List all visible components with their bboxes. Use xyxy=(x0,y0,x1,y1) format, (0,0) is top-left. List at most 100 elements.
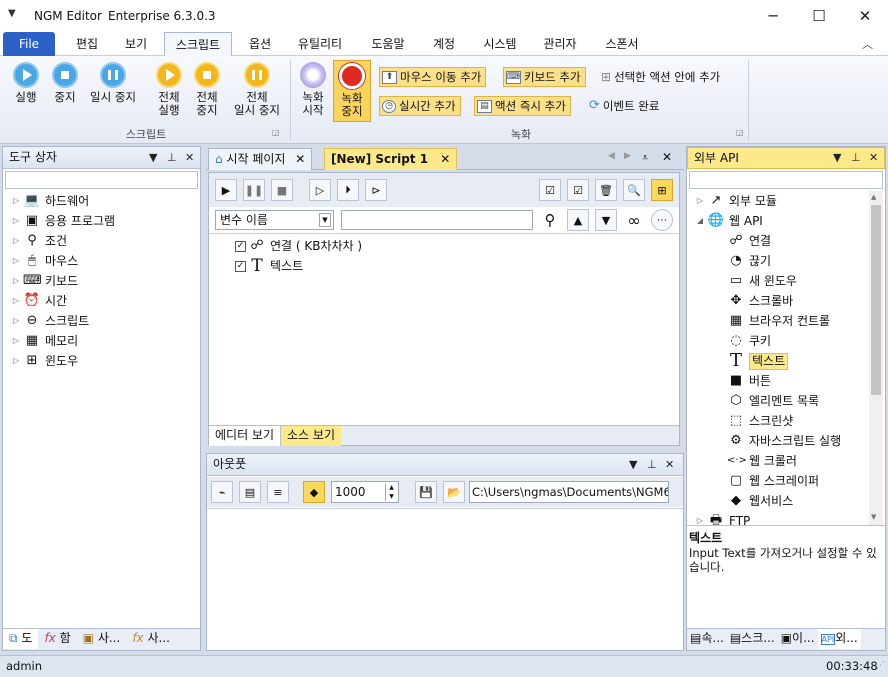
record-start-button[interactable]: 녹화 시작 xyxy=(296,62,330,117)
run-all-button[interactable]: 전체 실행 xyxy=(150,62,188,117)
check-icon[interactable]: ☑ xyxy=(567,179,589,201)
add-in-selected-button[interactable]: ⊞ 선택한 액션 안에 추가 xyxy=(598,67,725,87)
move-down-icon[interactable]: ▼ xyxy=(595,209,617,231)
tree-item-web-scraper[interactable]: ▢ 웹 스크레이퍼 xyxy=(727,471,819,491)
tree-item-browser-control[interactable]: ▦ 브라우저 컨트롤 xyxy=(727,311,830,331)
group-launcher-icon[interactable]: ◲ xyxy=(272,128,280,137)
variable-name-select[interactable]: 변수 이름 ▼ xyxy=(215,210,334,230)
close-document-icon[interactable]: ✕ xyxy=(662,150,672,164)
toolbox-search-input[interactable] xyxy=(5,171,198,189)
log-settings-icon[interactable]: ▤ xyxy=(239,481,261,503)
scroll-right-icon[interactable]: ▶ xyxy=(624,151,631,161)
tab-help[interactable]: 도움말 xyxy=(360,32,416,56)
tree-item-web-crawler[interactable]: <·> 웹 크롤러 xyxy=(727,451,797,471)
pause-all-button[interactable]: 전체 일시 중지 xyxy=(228,62,286,117)
add-action-now-button[interactable]: ▤ 액션 즉시 추가 xyxy=(474,96,571,116)
folder-icon[interactable]: 📂 xyxy=(443,481,465,503)
search-icon[interactable]: ⚲ xyxy=(539,209,561,231)
tab-file[interactable]: File xyxy=(3,32,55,56)
tab-options[interactable]: 옵션 xyxy=(237,32,283,56)
step-button[interactable]: ▷ xyxy=(309,179,331,201)
properties-tab[interactable]: ▤속... xyxy=(687,629,727,649)
tab-start-page[interactable]: ⌂ 시작 페이지 ✕ xyxy=(208,148,313,170)
check-all-icon[interactable]: ☑ xyxy=(539,179,561,201)
api-tree-scrollbar[interactable]: ▲ ▼ xyxy=(869,191,883,525)
expand-icon[interactable]: ▷ xyxy=(693,191,707,211)
eraser-icon[interactable]: ◆ xyxy=(303,481,325,503)
event-done-button[interactable]: ⟳ 이벤트 완료 xyxy=(586,96,664,116)
scroll-up-icon[interactable]: ▲ xyxy=(871,193,876,201)
tree-item-text[interactable]: T 텍스트 xyxy=(727,351,789,371)
expand-icon[interactable]: ▷ xyxy=(9,351,23,371)
tree-item-element-list[interactable]: ⬡ 엘리멘트 목록 xyxy=(727,391,819,411)
pin-icon[interactable]: ⊥ xyxy=(647,454,657,475)
close-icon[interactable]: ✕ xyxy=(869,147,878,168)
tree-item-time[interactable]: ▷ ⏰ 시간 xyxy=(9,291,199,311)
tree-item-script[interactable]: ▷ ⊖ 스크립트 xyxy=(9,311,199,331)
tree-item-mouse[interactable]: ▷ 🖱 마우스 xyxy=(9,251,199,271)
tree-item-web-api[interactable]: ◢ 🌐 웹 API xyxy=(693,211,763,231)
tab-edit[interactable]: 편집 xyxy=(64,32,110,56)
expand-icon[interactable]: ▷ xyxy=(9,291,23,311)
record-stop-button[interactable]: 녹화 중지 xyxy=(333,60,371,122)
expand-icon[interactable]: ▷ xyxy=(9,231,23,251)
pause-button[interactable]: 일시 중지 xyxy=(84,62,142,104)
tab-admin[interactable]: 관리자 xyxy=(532,32,588,56)
pin-icon[interactable]: ⊥ xyxy=(167,147,177,168)
system-menu-icon[interactable]: ▼ xyxy=(8,8,16,19)
expand-icon[interactable]: ▷ xyxy=(9,271,23,291)
action-row-connect[interactable]: ✓ ☍ 연결 ( KB차차차 ) xyxy=(235,236,362,256)
action-checkbox[interactable]: ✓ xyxy=(235,240,246,252)
stop-button[interactable]: ■ xyxy=(271,179,293,201)
tree-item-run-javascript[interactable]: ⚙ 자바스크립트 실행 xyxy=(727,431,841,451)
toolbox-tab[interactable]: ⧉ 도 xyxy=(3,629,39,649)
tree-item-scrollbar[interactable]: ✥ 스크롤바 xyxy=(727,291,794,311)
close-icon[interactable]: ✕ xyxy=(185,147,194,168)
tab-system[interactable]: 시스템 xyxy=(472,32,528,56)
loop-icon[interactable]: ∞ xyxy=(623,209,645,231)
line-count-stepper[interactable]: 1000 ▲ ▼ xyxy=(331,481,399,503)
tree-item-window[interactable]: ▷ ⊞ 윈도우 xyxy=(9,351,199,371)
tree-view-icon[interactable]: ⊞ xyxy=(651,179,673,201)
resize-grip-icon[interactable]: ⋰ xyxy=(876,656,885,677)
user-tab[interactable]: ▣ 사... xyxy=(77,629,127,649)
variable-search-input[interactable] xyxy=(341,210,533,230)
save-icon[interactable]: 💾 xyxy=(415,481,437,503)
scroll-down-icon[interactable]: ▼ xyxy=(871,513,876,521)
close-button[interactable]: ✕ xyxy=(842,0,888,32)
maximize-button[interactable]: ☐ xyxy=(796,0,842,32)
script-tab[interactable]: ▤스크... xyxy=(727,629,778,649)
tree-item-disconnect[interactable]: ◔ 끊기 xyxy=(727,251,771,271)
expand-icon[interactable]: ▷ xyxy=(9,191,23,211)
add-mouse-move-button[interactable]: ⬆ 마우스 이동 추가 xyxy=(379,67,487,87)
tab-source-view[interactable]: 소스 보기 xyxy=(281,426,341,446)
api-search-input[interactable] xyxy=(689,171,883,189)
collapse-icon[interactable]: ◢ xyxy=(693,211,707,231)
pause-button[interactable]: ❚❚ xyxy=(243,179,265,201)
tree-item-hardware[interactable]: ▷ 💻 하드웨어 xyxy=(9,191,199,211)
step-into-button[interactable]: ⏵ xyxy=(337,179,359,201)
tab-sponsor[interactable]: 스폰서 xyxy=(594,32,650,56)
pin-icon[interactable]: ⊥ xyxy=(851,147,861,168)
collapse-ribbon-icon[interactable]: ︿ xyxy=(862,36,873,52)
tab-list-icon[interactable]: ⩡ xyxy=(642,151,648,165)
external-api-tab[interactable]: API외... xyxy=(817,629,861,649)
stop-button[interactable]: 중지 xyxy=(46,62,84,104)
stepper-arrows-icon[interactable]: ▲ ▼ xyxy=(385,483,397,501)
expand-icon[interactable]: ▷ xyxy=(693,511,707,525)
expand-icon[interactable]: ▷ xyxy=(9,251,23,271)
action-checkbox[interactable]: ✓ xyxy=(235,260,246,272)
tree-item-condition[interactable]: ▷ ⚲ 조건 xyxy=(9,231,199,251)
group-launcher-icon[interactable]: ◲ xyxy=(736,128,744,137)
tree-item-button[interactable]: ■ 버튼 xyxy=(727,371,771,391)
output-log-area[interactable] xyxy=(207,508,683,650)
move-up-icon[interactable]: ▲ xyxy=(567,209,589,231)
tab-script-1[interactable]: [New] Script 1 ✕ xyxy=(324,148,458,170)
tree-item-keyboard[interactable]: ▷ ⌨ 키보드 xyxy=(9,271,199,291)
log-path-field[interactable]: C:\Users\ngmas\Documents\NGM6\ xyxy=(469,481,669,503)
scrollbar-thumb[interactable] xyxy=(871,205,881,395)
expand-icon[interactable]: ▷ xyxy=(9,331,23,351)
tab-editor-view[interactable]: 에디터 보기 xyxy=(209,426,282,446)
tree-item-new-window[interactable]: ▭ 새 윈도우 xyxy=(727,271,797,291)
add-keyboard-button[interactable]: ⌨ 키보드 추가 xyxy=(503,67,586,87)
